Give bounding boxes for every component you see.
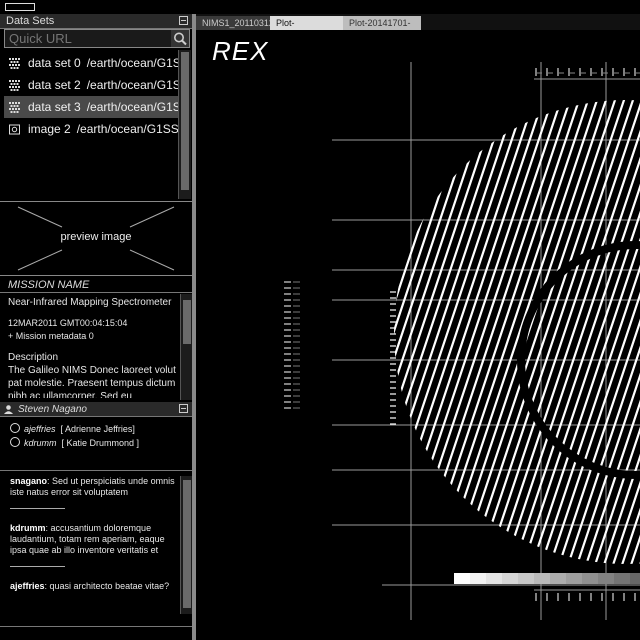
preview-label: preview image [60, 231, 132, 243]
list-item-label: image 2 [28, 122, 71, 136]
colorbar-swatch [630, 573, 640, 584]
colorbar-swatch [470, 573, 486, 584]
colorbar-swatch [454, 573, 470, 584]
datasets-list: data set 0/earth/ocean/G1SS data set 2/e… [4, 52, 178, 198]
chat-message: kdrumm: accusantium doloremque laudantiu… [10, 523, 180, 567]
mission-instrument: Near-Infrared Mapping Spectrometer [8, 297, 172, 308]
datasets-panel-header: Data Sets [0, 14, 192, 29]
participant-name: [ Katie Drummond ] [61, 438, 140, 448]
colorbar-swatch [502, 573, 518, 584]
scrollbar-thumb[interactable] [181, 52, 189, 190]
user-icon [4, 405, 13, 414]
divider [0, 470, 192, 471]
dataset-icon [9, 102, 20, 113]
message-sender: snagano [10, 476, 48, 486]
hatch-line [623, 100, 640, 564]
divider [0, 626, 192, 627]
plot-canvas [196, 62, 640, 620]
colorbar-swatch [614, 573, 630, 584]
hatch-line [394, 100, 411, 564]
hatch-line [614, 100, 640, 564]
hatch-line [551, 100, 640, 564]
mission-metadata-link[interactable]: + Mission metadata 0 [8, 330, 178, 343]
participant-name: [ Adrienne Jeffries] [60, 424, 135, 434]
scrollbar-thumb[interactable] [183, 480, 191, 608]
minimize-icon[interactable] [179, 404, 188, 413]
hatch-line [470, 100, 640, 564]
message-text: : quasi architecto beatae vitae? [44, 581, 170, 591]
colorbar-swatch [518, 573, 534, 584]
mission-title: MISSION NAME [8, 279, 90, 291]
list-item-label: data set 2 [28, 78, 81, 92]
divider [0, 292, 192, 293]
list-item-label: data set 0 [28, 56, 81, 70]
dataset-icon [9, 58, 20, 69]
hatch-line [196, 70, 364, 610]
participant-handle: kdrumm [24, 438, 57, 448]
colorbar-swatch [598, 573, 614, 584]
plot-area[interactable]: REX [196, 30, 640, 640]
list-item-path: /earth/ocean/G1SST [76, 122, 178, 136]
image-icon [9, 124, 20, 135]
hatch-line [560, 100, 640, 564]
tab-nims1[interactable]: NIMS1_20110312 [196, 16, 274, 30]
chat-panel-header: Steven Nagano [0, 402, 192, 417]
hatch-line [506, 100, 640, 564]
window-titlebar [0, 0, 640, 15]
tab-plot-20141701[interactable]: Plot-20141701-4 [343, 16, 421, 42]
participant-handle: ajeffries [24, 424, 56, 434]
datasets-scrollbar[interactable] [178, 50, 191, 199]
list-item[interactable]: data set 0/earth/ocean/G1SS [4, 52, 178, 74]
colorbar-swatch [550, 573, 566, 584]
hatched-disc [196, 70, 640, 610]
hatch-line [202, 70, 382, 610]
hatch-line [196, 70, 355, 610]
chat-messages: snagano: Sed ut perspiciatis unde omnis … [10, 476, 180, 626]
hatch-line [196, 70, 346, 610]
list-item[interactable]: data set 2/earth/ocean/G1SS [4, 74, 178, 96]
hatch-line [196, 70, 373, 610]
tab-plot-20140702[interactable]: Plot-20140702-1 [270, 16, 343, 42]
datasets-panel-title: Data Sets [6, 15, 55, 27]
mission-description: The Galileo NIMS Donec laoreet volut pat… [8, 365, 176, 398]
message-sender: ajeffries [10, 581, 45, 591]
minimize-icon[interactable] [179, 16, 188, 25]
participant-item[interactable]: kdrumm [ Katie Drummond ] [10, 435, 139, 452]
message-sender: kdrumm [10, 523, 46, 533]
preview-image: preview image [0, 201, 192, 276]
colorbar-swatch [582, 573, 598, 584]
hatch-line [587, 100, 640, 564]
divider [10, 566, 65, 567]
colorbar-swatch [486, 573, 502, 584]
quick-url-input[interactable] [5, 30, 175, 47]
chat-user-name: Steven Nagano [18, 404, 87, 415]
list-item[interactable]: image 2/earth/ocean/G1SST [4, 118, 178, 140]
list-item-selected[interactable]: data set 3/earth/ocean/G1SS [4, 96, 178, 118]
search-icon [174, 32, 187, 46]
hatch-line [211, 70, 391, 610]
colorbar-swatch [566, 573, 582, 584]
description-heading: Description [8, 352, 59, 363]
quick-url-search [4, 29, 190, 48]
chat-message: snagano: Sed ut perspiciatis unde omnis … [10, 476, 180, 509]
chat-message: ajeffries: quasi architecto beatae vitae… [10, 581, 180, 592]
hatch-line [488, 100, 640, 564]
list-item-path: /earth/ocean/G1SS [86, 100, 178, 114]
scrollbar-thumb[interactable] [183, 300, 191, 344]
dataset-icon [9, 80, 20, 91]
list-item-label: data set 3 [28, 100, 81, 114]
divider [10, 508, 65, 509]
status-circle-icon [10, 437, 20, 447]
search-button[interactable] [171, 30, 189, 47]
mission-timestamp: 12MAR2011 GMT00:04:15:04 [8, 318, 128, 328]
colorbar-swatch [534, 573, 550, 584]
list-item-path: /earth/ocean/G1SS [86, 56, 178, 70]
hatch-line [394, 100, 402, 564]
status-circle-icon [10, 423, 20, 433]
list-item-path: /earth/ocean/G1SS [86, 78, 178, 92]
window-control-icon[interactable] [5, 3, 35, 11]
mission-details: Near-Infrared Mapping Spectrometer 12MAR… [8, 294, 178, 398]
